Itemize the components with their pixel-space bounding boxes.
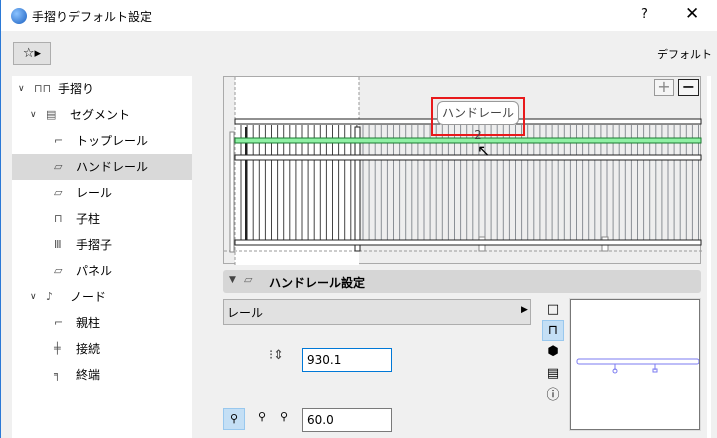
tree-item[interactable]: ∨ ▤ セグメント bbox=[12, 102, 192, 128]
scrollbar[interactable] bbox=[707, 76, 711, 438]
post bbox=[229, 131, 235, 253]
cube-icon: ⬢ bbox=[547, 344, 559, 359]
tree-item-label: ノード bbox=[70, 290, 107, 304]
tree-item-label: 手摺子 bbox=[76, 238, 113, 252]
zoom-out-button[interactable]: − bbox=[678, 79, 699, 96]
mouse-cursor-icon: ↖ bbox=[477, 141, 491, 160]
connection-icon: ╪ bbox=[54, 342, 61, 355]
chevron-down-icon[interactable]: ∨ bbox=[18, 76, 25, 102]
chevron-down-icon[interactable]: ∨ bbox=[30, 102, 37, 128]
node-icon: ♪ bbox=[46, 290, 54, 303]
listing-button[interactable]: ▤ bbox=[542, 364, 564, 385]
offset-input[interactable]: 60.0 bbox=[302, 408, 392, 432]
tree-item[interactable]: ⊓ 子柱 bbox=[12, 206, 192, 232]
film-list-icon: ▤ bbox=[546, 366, 560, 381]
default-label: デフォルト bbox=[657, 48, 712, 61]
bracket-end bbox=[652, 368, 658, 373]
rail-section-icon: ⊓ bbox=[547, 323, 559, 338]
tree-item[interactable]: ╕ 終端 bbox=[12, 362, 192, 388]
anchor-icon: ⚲ bbox=[258, 410, 267, 423]
railing-icon: ⊓⊓ bbox=[34, 82, 52, 95]
top-rail-icon: ⌐ bbox=[54, 134, 64, 147]
square-icon: □ bbox=[546, 302, 560, 317]
profile-select-value: レール bbox=[227, 306, 264, 320]
plan-view-button[interactable]: □ bbox=[542, 300, 564, 321]
tree-item-label: 接続 bbox=[76, 342, 101, 356]
tree-item-label: パネル bbox=[76, 264, 113, 278]
height-icon: ⁝⇕ bbox=[269, 348, 285, 363]
collapse-arrow-icon[interactable]: ▼ bbox=[229, 275, 236, 285]
tree-item[interactable]: ╪ 接続 bbox=[12, 336, 192, 362]
tree-item-label: 子柱 bbox=[76, 212, 101, 226]
tree-item[interactable]: ∨ ⊓⊓ 手摺り bbox=[12, 76, 192, 102]
segment-icon: ▤ bbox=[46, 108, 57, 121]
anchor-icon: ⚲ bbox=[229, 412, 239, 425]
anchor-right-button[interactable]: ⚲ bbox=[258, 410, 266, 423]
close-button[interactable]: ✕ bbox=[685, 4, 699, 24]
tree-item[interactable]: Ⅲ 手摺子 bbox=[12, 232, 192, 258]
info-button[interactable]: ⓘ bbox=[542, 386, 564, 407]
post-icon: ⌐ bbox=[54, 316, 64, 329]
tree-item[interactable]: ∨ ♪ ノード bbox=[12, 284, 192, 310]
handrail-icon: ▱ bbox=[244, 273, 253, 286]
inner-post-icon: ⊓ bbox=[54, 212, 63, 225]
section-title: ハンドレール設定 bbox=[269, 276, 366, 290]
tree-item-label: 終端 bbox=[76, 368, 101, 382]
rail-icon: ▱ bbox=[54, 186, 63, 199]
tree-item-label: レール bbox=[76, 186, 113, 200]
anchor-center-button[interactable]: ⚲ bbox=[280, 410, 288, 423]
end-icon: ╕ bbox=[54, 368, 61, 381]
settings-tree: ∨ ⊓⊓ 手摺り ∨ ▤ セグメント ⌐ トップレール ▱ ハンドレール ▱ レール ⊓ 子柱 Ⅲ 手摺子 ▱ パ… bbox=[12, 76, 192, 438]
tree-item[interactable]: ⌐ トップレール bbox=[12, 128, 192, 154]
info-icon: ⓘ bbox=[546, 388, 560, 403]
tree-item[interactable]: ▱ ハンドレール bbox=[12, 154, 192, 180]
tooltip: ハンドレール 2 bbox=[437, 101, 519, 142]
profile-drawing bbox=[576, 358, 700, 374]
height-input[interactable]: 930.1 bbox=[302, 348, 392, 372]
tree-item[interactable]: ⌐ 親柱 bbox=[12, 310, 192, 336]
help-button[interactable]: ? bbox=[641, 7, 648, 22]
tree-item-label: 親柱 bbox=[76, 316, 101, 330]
tree-item-label: セグメント bbox=[70, 108, 131, 122]
rail bbox=[234, 154, 702, 161]
section-view-button[interactable]: ⊓ bbox=[542, 320, 564, 341]
profile-preview bbox=[569, 298, 701, 431]
panel-icon: ▱ bbox=[54, 264, 63, 277]
tree-item-label: 手摺り bbox=[58, 82, 95, 96]
handrail-icon: ▱ bbox=[54, 160, 63, 173]
bottom-rail bbox=[234, 239, 702, 246]
tree-item-label: ハンドレール bbox=[76, 160, 149, 174]
profile-select[interactable] bbox=[223, 299, 531, 325]
favorites-button[interactable]: ☆▸ bbox=[13, 42, 51, 65]
baluster-icon: Ⅲ bbox=[54, 238, 62, 251]
3d-view-button[interactable]: ⬢ bbox=[542, 342, 564, 363]
handrail-highlighted bbox=[234, 137, 702, 144]
anchor-icon: ⚲ bbox=[280, 410, 289, 423]
app-icon bbox=[11, 8, 27, 24]
window-title: 手摺りデフォルト設定 bbox=[32, 10, 153, 24]
anchor-left-button[interactable]: ⚲ bbox=[223, 408, 245, 430]
tree-item[interactable]: ▱ パネル bbox=[12, 258, 192, 284]
chevron-down-icon[interactable]: ∨ bbox=[30, 284, 37, 310]
post bbox=[354, 126, 361, 252]
chevron-right-icon: ▶ bbox=[521, 305, 528, 315]
tree-item[interactable]: ▱ レール bbox=[12, 180, 192, 206]
tree-item-label: トップレール bbox=[76, 134, 149, 148]
rail-profile bbox=[576, 358, 700, 365]
zoom-in-button[interactable]: + bbox=[654, 79, 674, 96]
